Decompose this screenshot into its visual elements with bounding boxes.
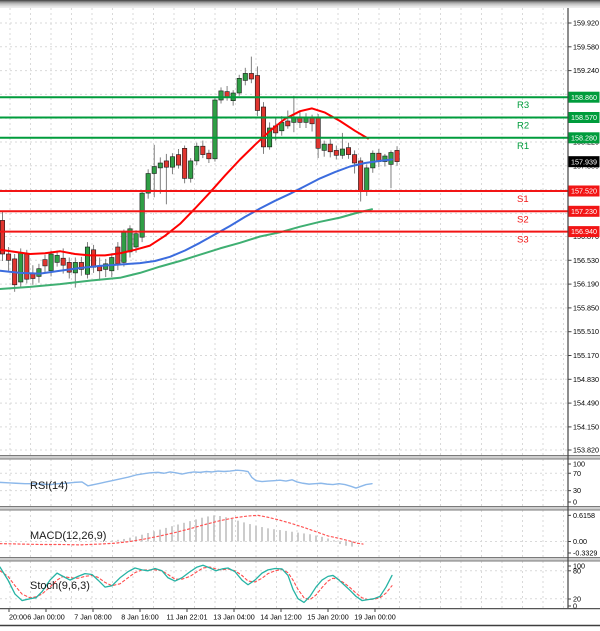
svg-text:19 Jan 00:00: 19 Jan 00:00 — [354, 613, 396, 622]
svg-text:14 Jan 12:00: 14 Jan 12:00 — [260, 613, 302, 622]
svg-text:154.490: 154.490 — [573, 399, 599, 408]
svg-text:R2: R2 — [517, 121, 529, 132]
svg-text:S2: S2 — [517, 214, 529, 225]
svg-text:158.280: 158.280 — [571, 133, 597, 142]
svg-text:30: 30 — [573, 486, 581, 495]
svg-text:158.570: 158.570 — [571, 113, 597, 122]
svg-text:157.520: 157.520 — [571, 187, 597, 196]
macd-indicator-label: MACD(12,26,9) — [30, 530, 106, 542]
svg-text:8 Jan 16:00: 8 Jan 16:00 — [121, 613, 159, 622]
svg-text:155.850: 155.850 — [573, 303, 599, 312]
svg-text:15 Jan 20:00: 15 Jan 20:00 — [307, 613, 349, 622]
svg-text:0.6158: 0.6158 — [573, 511, 595, 520]
svg-text:156.940: 156.940 — [571, 227, 597, 236]
svg-text:0: 0 — [573, 498, 577, 507]
svg-text:11 Jan 22:01: 11 Jan 22:01 — [166, 613, 207, 622]
svg-text:157.939: 157.939 — [571, 157, 597, 166]
svg-text:80: 80 — [573, 566, 581, 575]
svg-text:6 Jan 00:00: 6 Jan 00:00 — [27, 613, 65, 622]
candles-layer — [0, 57, 399, 292]
svg-text:S3: S3 — [517, 235, 529, 246]
svg-text:100: 100 — [573, 460, 585, 469]
svg-text:0.00: 0.00 — [573, 537, 587, 546]
svg-text:156.190: 156.190 — [573, 280, 599, 289]
svg-text:154.150: 154.150 — [573, 422, 599, 431]
price-tag-boxes: 158.860 158.570 158.280 157.520 157.230 156.9… — [569, 92, 600, 237]
price-axis[interactable]: 159.920159.580159.240158.900158.560158.2… — [568, 19, 599, 611]
svg-text:158.860: 158.860 — [571, 93, 597, 102]
svg-text:155.510: 155.510 — [573, 327, 599, 336]
trading-chart-window: R3R2R1S1S2S3159.920159.580159.240158.900… — [0, 0, 600, 631]
svg-text:159.580: 159.580 — [573, 42, 599, 51]
svg-text:70: 70 — [573, 469, 581, 478]
time-axis[interactable]: 20:006 Jan 00:00 7 Jan 08:00 8 Jan 16:00 11… — [9, 609, 396, 622]
svg-text:13 Jan 04:00: 13 Jan 04:00 — [213, 613, 255, 622]
svg-text:20:00: 20:00 — [9, 613, 27, 622]
svg-text:S1: S1 — [517, 194, 529, 205]
svg-text:R3: R3 — [517, 100, 529, 111]
rsi-indicator-label: RSI(14) — [30, 480, 68, 492]
svg-text:154.830: 154.830 — [573, 375, 599, 384]
svg-text:155.170: 155.170 — [573, 351, 599, 360]
svg-text:156.530: 156.530 — [573, 256, 599, 265]
svg-text:R1: R1 — [517, 141, 529, 152]
svg-text:159.920: 159.920 — [573, 19, 599, 28]
svg-text:159.240: 159.240 — [573, 66, 599, 75]
stoch-indicator-label: Stoch(9,6,3) — [30, 580, 90, 592]
svg-text:7 Jan 08:00: 7 Jan 08:00 — [74, 613, 112, 622]
svg-text:0: 0 — [573, 602, 577, 611]
svg-text:153.820: 153.820 — [573, 446, 599, 455]
svg-text:-0.3329: -0.3329 — [573, 549, 597, 558]
svg-text:157.230: 157.230 — [571, 207, 597, 216]
